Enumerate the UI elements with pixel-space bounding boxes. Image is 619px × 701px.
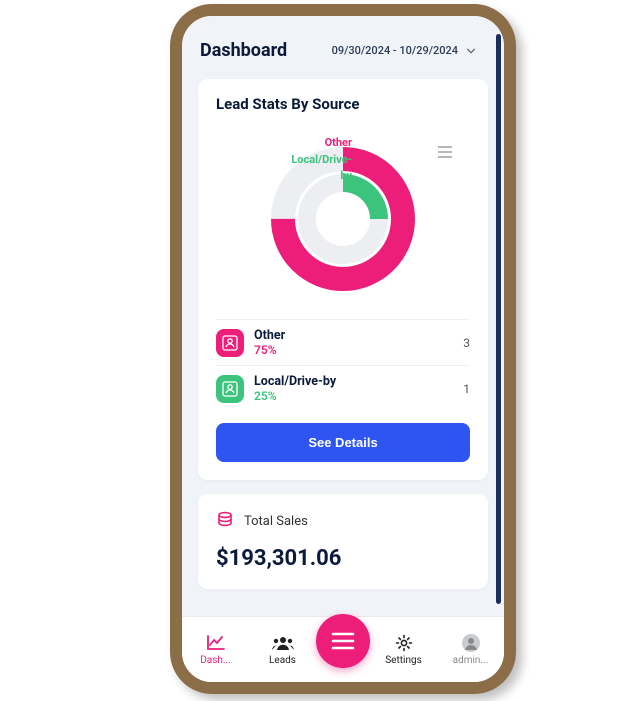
legend-text: Local/Drive-by 25% xyxy=(254,374,453,403)
chart-label-local: Local/Drive-by xyxy=(291,153,352,183)
page-title: Dashboard xyxy=(200,40,287,61)
total-sales-label: Total Sales xyxy=(244,514,308,529)
see-details-button[interactable]: See Details xyxy=(216,423,470,462)
legend-pct: 25% xyxy=(254,389,453,403)
legend-name: Other xyxy=(254,328,453,343)
total-sales-card: Total Sales $193,301.06 xyxy=(198,494,488,589)
chevron-down-icon xyxy=(466,46,476,56)
legend-name: Local/Drive-by xyxy=(254,374,453,389)
date-range-value: 09/30/2024 - 10/29/2024 xyxy=(332,44,458,57)
page-header: Dashboard 09/30/2024 - 10/29/2024 xyxy=(182,16,504,73)
scroll-indicator[interactable] xyxy=(496,34,501,604)
lead-stats-title: Lead Stats By Source xyxy=(216,95,470,113)
menu-icon xyxy=(331,631,355,651)
legend-count: 1 xyxy=(463,382,470,396)
user-circle-icon xyxy=(461,633,481,653)
date-range-picker[interactable]: 09/30/2024 - 10/29/2024 xyxy=(322,38,486,63)
legend-count: 3 xyxy=(463,336,470,350)
nav-dashboard[interactable]: Dash... xyxy=(182,633,249,666)
legend: Other 75% 3 Local/Drive-by 25% 1 xyxy=(216,319,470,411)
chart-inline-labels: Other Local/Drive-by xyxy=(216,135,470,185)
nav-label: Leads xyxy=(269,655,296,666)
lead-stats-card: Lead Stats By Source Other Local/Drive-b… xyxy=(198,79,488,480)
legend-row-local: Local/Drive-by 25% 1 xyxy=(216,365,470,411)
coins-icon xyxy=(216,510,234,532)
screen: Dashboard 09/30/2024 - 10/29/2024 Lead S… xyxy=(182,16,504,682)
total-sales-value: $193,301.06 xyxy=(216,546,470,571)
nav-admin[interactable]: admin... xyxy=(437,633,504,666)
donut-chart: Other Local/Drive-by xyxy=(216,119,470,319)
phone-frame: Dashboard 09/30/2024 - 10/29/2024 Lead S… xyxy=(170,4,516,694)
legend-row-other: Other 75% 3 xyxy=(216,319,470,365)
legend-text: Other 75% xyxy=(254,328,453,357)
bottom-nav: Dash... Leads Settings a xyxy=(182,616,504,682)
chart-line-icon xyxy=(206,633,226,653)
total-sales-header: Total Sales xyxy=(216,510,470,532)
person-icon xyxy=(216,329,244,357)
fab-menu-button[interactable] xyxy=(316,614,370,668)
chart-label-other: Other xyxy=(325,136,352,149)
person-icon xyxy=(216,375,244,403)
legend-pct: 75% xyxy=(254,343,453,357)
nav-leads[interactable]: Leads xyxy=(249,633,316,666)
content-area: Dashboard 09/30/2024 - 10/29/2024 Lead S… xyxy=(182,16,504,616)
nav-label: Settings xyxy=(385,655,422,666)
nav-label: Dash... xyxy=(200,655,231,666)
nav-label: admin... xyxy=(453,655,489,666)
gear-icon xyxy=(395,633,413,653)
nav-settings[interactable]: Settings xyxy=(370,633,437,666)
users-icon xyxy=(271,633,295,653)
